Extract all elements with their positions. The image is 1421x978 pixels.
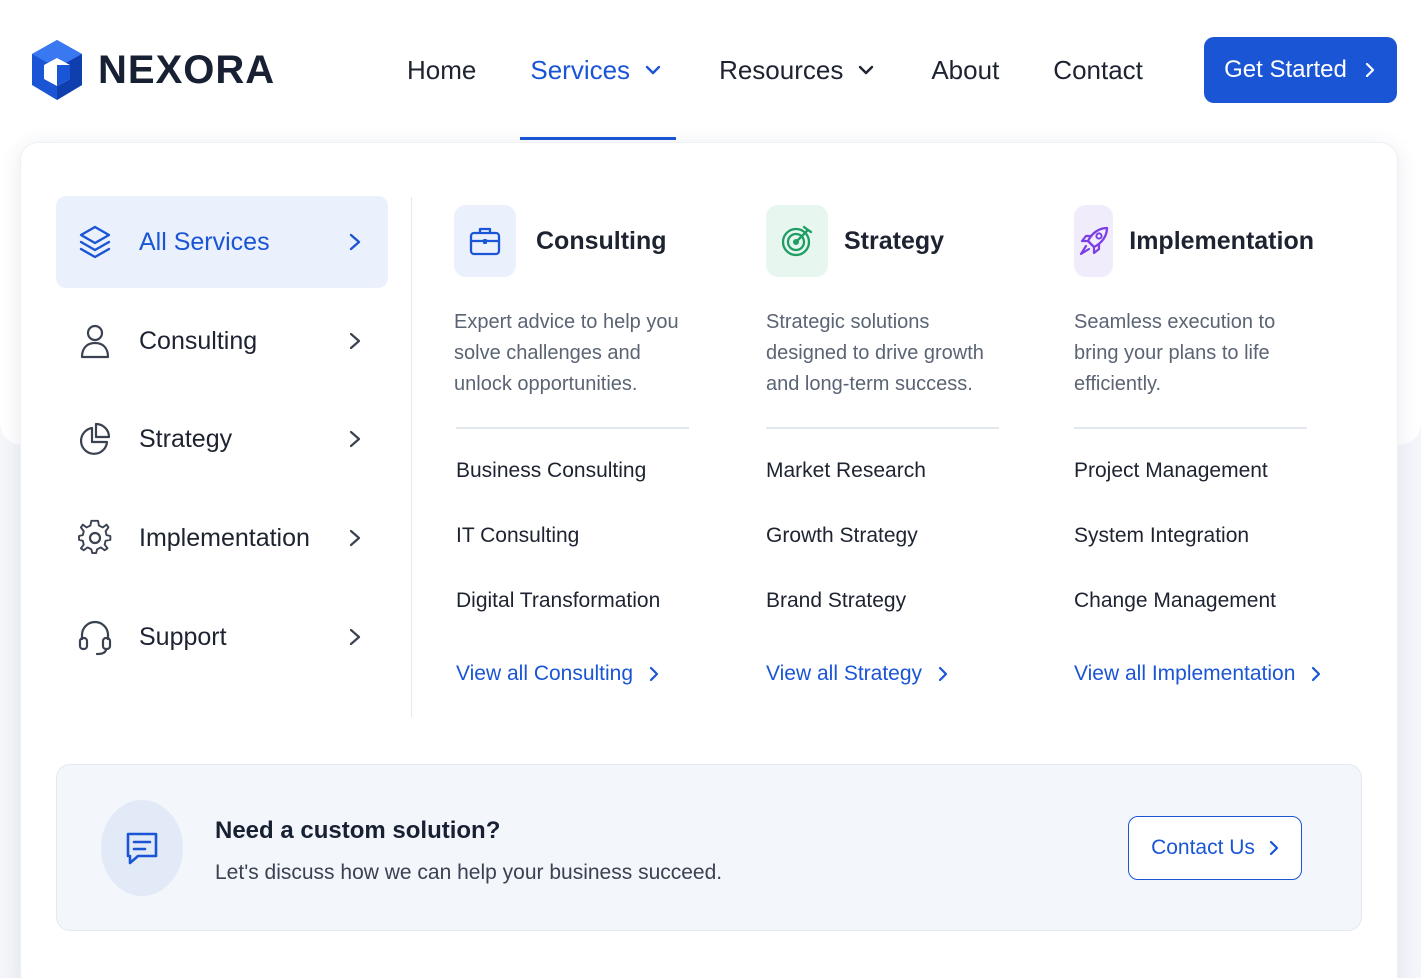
gear-icon [78, 519, 112, 555]
column-implementation: Implementation Seamless execution to bri… [1074, 205, 1321, 685]
view-all-consulting-link[interactable]: View all Consulting [456, 662, 659, 686]
sidebar-item-all-services[interactable]: All Services [56, 196, 388, 288]
view-all-strategy-link[interactable]: View all Strategy [766, 662, 948, 686]
nav-services-label: Services [530, 54, 631, 85]
column-title: Consulting [536, 226, 667, 255]
rocket-icon [1079, 226, 1108, 256]
sidebar-item-label: Consulting [139, 326, 258, 355]
chevron-right-icon [349, 332, 361, 350]
nav-resources-label: Resources [719, 54, 844, 85]
chevron-down-icon [859, 65, 874, 75]
chevron-right-icon [349, 628, 361, 646]
link-it-consulting[interactable]: IT Consulting [456, 524, 660, 589]
sidebar-item-label: Implementation [139, 523, 310, 552]
briefcase-icon [469, 227, 501, 256]
headset-icon [78, 620, 112, 656]
user-icon [80, 324, 110, 359]
services-mega-menu: All Services Consulting Strategy Impleme… [20, 142, 1398, 978]
link-growth-strategy[interactable]: Growth Strategy [766, 524, 926, 589]
column-icon-wrap [454, 205, 516, 277]
contact-us-button[interactable]: Contact Us [1128, 816, 1302, 880]
chevron-right-icon [649, 666, 659, 682]
column-divider [456, 427, 689, 429]
view-all-implementation-link[interactable]: View all Implementation [1074, 662, 1321, 686]
nav-resources[interactable]: Resources [719, 0, 875, 140]
view-all-label: View all Consulting [456, 662, 634, 685]
chevron-right-icon [1312, 666, 1321, 682]
column-link-list: Market Research Growth Strategy Brand St… [766, 459, 926, 654]
hexagon-cube-logo-icon [32, 40, 82, 100]
nav-about-label: About [931, 54, 1000, 85]
nav-about[interactable]: About [931, 0, 999, 140]
sidebar-item-consulting[interactable]: Consulting [56, 295, 388, 387]
message-icon [126, 832, 158, 865]
nav-home[interactable]: Home [407, 0, 476, 140]
column-divider [766, 427, 999, 429]
sidebar-item-strategy[interactable]: Strategy [56, 393, 388, 485]
chevron-right-icon [1365, 63, 1374, 77]
column-divider [1074, 427, 1307, 429]
sidebar-item-label: All Services [139, 227, 270, 256]
sidebar-item-support[interactable]: Support [56, 591, 388, 683]
column-description: Strategic solutions designed to drive gr… [766, 311, 984, 395]
nav-contact-label: Contact [1053, 54, 1143, 85]
column-title: Strategy [844, 226, 945, 255]
column-header: Implementation [1074, 205, 1314, 277]
chevron-right-icon [938, 666, 948, 682]
sidebar-item-label: Strategy [139, 424, 233, 453]
nav-contact[interactable]: Contact [1053, 0, 1143, 140]
banner-subtitle: Let's discuss how we can help your busin… [215, 861, 723, 884]
view-all-label: View all Strategy [766, 662, 923, 685]
link-market-research[interactable]: Market Research [766, 459, 926, 524]
sidebar-item-implementation[interactable]: Implementation [56, 492, 388, 584]
chevron-right-icon [349, 430, 361, 448]
banner-title: Need a custom solution? [215, 817, 501, 844]
column-header: Strategy [766, 205, 1006, 277]
nav-services[interactable]: Services [520, 0, 677, 140]
column-header: Consulting [454, 205, 694, 277]
column-link-list: Business Consulting IT Consulting Digita… [456, 459, 660, 654]
brand-name: NEXORA [98, 47, 276, 92]
brand-logo[interactable]: NEXORA [30, 38, 275, 102]
column-link-list: Project Management System Integration Ch… [1074, 459, 1276, 654]
chevron-right-icon [349, 233, 361, 251]
column-strategy: Strategy Strategic solutions designed to… [766, 205, 1006, 685]
column-title: Implementation [1129, 226, 1314, 255]
chevron-down-icon [645, 65, 661, 75]
get-started-label: Get Started [1224, 56, 1347, 83]
site-header: NEXORA Home Services Resources About Con… [0, 0, 1421, 140]
sidebar-item-label: Support [139, 622, 227, 651]
banner-icon-wrap [101, 800, 183, 896]
view-all-label: View all Implementation [1074, 662, 1296, 685]
nav-home-label: Home [407, 54, 477, 85]
layers-icon [79, 225, 111, 259]
nav-active-underline [520, 137, 677, 140]
column-icon-wrap [766, 205, 828, 277]
link-business-consulting[interactable]: Business Consulting [456, 459, 660, 524]
chevron-right-icon [1269, 840, 1279, 856]
target-icon [781, 225, 813, 257]
column-icon-wrap [1074, 205, 1114, 277]
custom-solution-banner: Need a custom solution? Let's discuss ho… [56, 764, 1362, 931]
link-project-management[interactable]: Project Management [1074, 459, 1276, 524]
link-system-integration[interactable]: System Integration [1074, 524, 1276, 589]
sidebar-divider [411, 197, 412, 717]
chevron-right-icon [349, 529, 361, 547]
main-nav: Home Services Resources About Contact [380, 0, 1143, 140]
get-started-button[interactable]: Get Started [1204, 37, 1397, 103]
link-change-management[interactable]: Change Management [1074, 589, 1276, 654]
column-consulting: Consulting Expert advice to help you sol… [454, 205, 694, 685]
link-brand-strategy[interactable]: Brand Strategy [766, 589, 926, 654]
link-digital-transformation[interactable]: Digital Transformation [456, 589, 660, 654]
contact-us-label: Contact Us [1151, 836, 1255, 859]
column-description: Seamless execution to bring your plans t… [1074, 311, 1276, 395]
pie-chart-icon [79, 422, 111, 455]
column-description: Expert advice to help you solve challeng… [454, 311, 679, 395]
